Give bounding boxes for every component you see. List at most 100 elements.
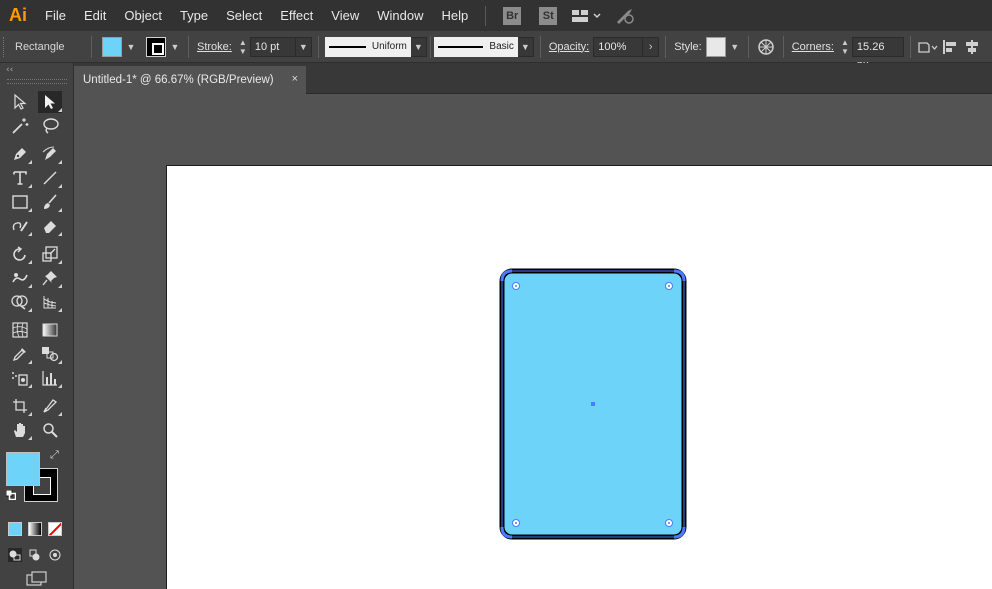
chevron-down-icon[interactable]: ▼ (295, 36, 312, 57)
stroke-weight-stepper[interactable]: ▲ ▼ (236, 37, 250, 57)
tools-collapse-button[interactable]: ‹‹ (0, 63, 73, 77)
corners-stepper[interactable]: ▲ ▼ (838, 37, 852, 57)
separator (665, 35, 667, 58)
puppet-warp-tool[interactable] (38, 267, 62, 289)
eyedropper-tool[interactable] (8, 343, 32, 365)
lasso-icon (43, 118, 59, 134)
scale-tool[interactable] (38, 243, 62, 265)
tools-panel-grip[interactable] (6, 79, 67, 84)
gradient-mode-button[interactable] (28, 522, 42, 536)
draw-inside-button[interactable] (48, 548, 62, 562)
chevron-down-icon[interactable]: ▼ (410, 36, 427, 57)
rectangle-tool[interactable] (8, 191, 32, 213)
corners-label[interactable]: Corners: (792, 41, 834, 53)
swap-fill-stroke-icon[interactable]: ⤢ (50, 448, 59, 462)
recolor-artwork-button[interactable] (755, 36, 777, 58)
draw-normal-button[interactable] (8, 548, 22, 562)
chevron-down-icon[interactable]: ▼ (728, 37, 742, 57)
document-tab[interactable]: Untitled-1* @ 66.67% (RGB/Preview) × (74, 66, 306, 94)
close-icon[interactable]: × (292, 73, 298, 85)
chevron-down-icon[interactable]: ▼ (517, 36, 534, 57)
zoom-tool[interactable] (38, 419, 62, 441)
default-fill-stroke-icon[interactable] (6, 490, 16, 500)
chevron-down-icon[interactable]: ▼ (838, 47, 852, 56)
blend-tool[interactable] (38, 343, 62, 365)
fill-color-box[interactable] (6, 452, 40, 486)
paintbrush-tool[interactable] (38, 191, 62, 213)
selection-tool[interactable] (8, 91, 32, 113)
chevron-down-icon[interactable]: ▼ (168, 37, 182, 57)
pen-tool[interactable] (8, 143, 32, 165)
chevron-up-icon[interactable]: ▲ (236, 38, 250, 47)
rotate-tool[interactable] (8, 243, 32, 265)
variable-width-profile[interactable]: Uniform (324, 36, 411, 57)
bridge-button[interactable]: Br (503, 6, 522, 25)
symbol-sprayer-tool[interactable] (8, 367, 32, 389)
menu-bar: Ai File Edit Object Type Select Effect V… (0, 0, 992, 31)
menu-select[interactable]: Select (217, 0, 271, 31)
stroke-label[interactable]: Stroke: (197, 41, 232, 53)
color-mode-button[interactable] (8, 522, 22, 536)
opacity-input[interactable]: 100% (593, 36, 644, 57)
artboard-tool[interactable] (8, 395, 32, 417)
paintbrush-icon (44, 194, 57, 209)
canvas-area[interactable] (74, 94, 992, 589)
menu-view[interactable]: View (322, 0, 368, 31)
column-graph-tool[interactable] (38, 367, 62, 389)
stock-button[interactable]: St (539, 6, 558, 25)
tool-row (0, 418, 73, 442)
chevron-down-icon[interactable]: ▼ (124, 37, 138, 57)
pin-icon (42, 271, 57, 286)
draw-behind-button[interactable] (28, 548, 42, 562)
menu-file[interactable]: File (36, 0, 75, 31)
align-left-button[interactable] (939, 36, 961, 58)
tool-row (0, 290, 73, 314)
magnifier-icon (43, 423, 58, 438)
arrange-documents-button[interactable] (572, 9, 602, 23)
magic-wand-tool[interactable] (8, 115, 32, 137)
menu-type[interactable]: Type (171, 0, 217, 31)
menu-window[interactable]: Window (368, 0, 432, 31)
separator (429, 35, 431, 58)
chevron-right-icon[interactable]: › (643, 36, 660, 57)
draw-normal-icon (9, 550, 21, 561)
screen-mode-button[interactable] (26, 571, 48, 589)
opacity-label[interactable]: Opacity: (549, 41, 589, 53)
menu-help[interactable]: Help (432, 0, 477, 31)
hand-tool[interactable] (8, 419, 32, 441)
menu-object[interactable]: Object (115, 0, 171, 31)
warp-tool[interactable] (8, 267, 32, 289)
none-mode-button[interactable] (48, 522, 62, 536)
document-tab-title: Untitled-1* @ 66.67% (RGB/Preview) (83, 74, 274, 86)
corners-input[interactable]: 15.26 px (851, 36, 904, 71)
menu-edit[interactable]: Edit (75, 0, 115, 31)
type-tool[interactable] (8, 167, 32, 189)
variable-width-profile-label: Uniform (371, 41, 407, 52)
menu-effect[interactable]: Effect (271, 0, 322, 31)
stroke-weight-input[interactable]: 10 pt (249, 36, 296, 57)
direct-selection-tool[interactable] (38, 91, 62, 113)
line-segment-tool[interactable] (38, 167, 62, 189)
transform-options-button[interactable] (917, 36, 939, 58)
eraser-tool[interactable] (38, 215, 62, 237)
mesh-tool[interactable] (8, 319, 32, 341)
fill-color-swatch[interactable] (102, 36, 122, 57)
shaper-tool[interactable] (8, 215, 32, 237)
chevron-up-icon[interactable]: ▲ (838, 38, 852, 47)
separator (188, 35, 189, 58)
pen-nib-icon (14, 148, 26, 160)
profile-line-preview (328, 45, 366, 48)
curvature-tool[interactable] (38, 143, 62, 165)
brush-definition[interactable]: Basic (433, 36, 518, 57)
shape-builder-tool[interactable] (8, 291, 32, 313)
stroke-color-swatch[interactable] (146, 36, 166, 57)
gpu-performance-button[interactable] (614, 7, 636, 25)
chevron-down-icon[interactable]: ▼ (236, 47, 250, 56)
draw-inside-icon (49, 549, 61, 561)
perspective-grid-tool[interactable] (38, 291, 62, 313)
slice-tool[interactable] (38, 395, 62, 417)
graphic-style-swatch[interactable] (705, 36, 726, 57)
align-center-button[interactable] (961, 36, 983, 58)
gradient-tool[interactable] (38, 319, 62, 341)
lasso-tool[interactable] (38, 115, 62, 137)
